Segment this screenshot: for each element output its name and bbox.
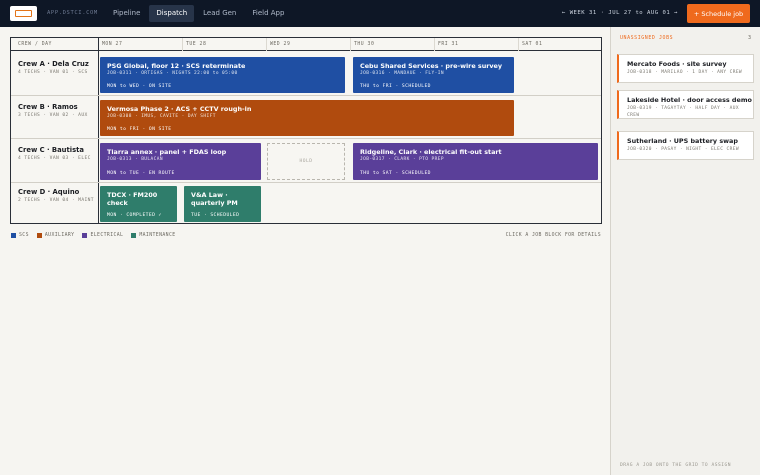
job-status: MON · COMPLETED ✓ bbox=[107, 213, 162, 218]
grid-header: CREW / DAY MON 27 TUE 28 WED 29 THU 30 F… bbox=[11, 38, 601, 51]
job-block-0316[interactable]: Cebu Shared Services · pre-wire survey J… bbox=[353, 57, 514, 93]
week-selector[interactable]: ← WEEK 31 · JUL 27 to AUG 01 → bbox=[562, 10, 678, 16]
day-header-sat: SAT 01 bbox=[522, 42, 543, 47]
unassigned-panel: UNASSIGNED JOBS 3 Mercato Foods · site s… bbox=[610, 27, 760, 475]
crew-column-divider bbox=[98, 38, 99, 223]
job-meta: JOB-0313 · BULACAN bbox=[107, 157, 163, 162]
day-header-thu: THU 30 bbox=[354, 42, 375, 47]
legend: SCS AUXILIARY ELECTRICAL MAINTENANCE bbox=[11, 233, 176, 238]
job-meta: JOB-0311 · ORTIGAS · NIGHTS 22:00 to 05:… bbox=[107, 71, 238, 76]
legend-auxiliary: AUXILIARY bbox=[36, 233, 75, 238]
legend-label: MAINTENANCE bbox=[139, 233, 176, 238]
legend-scs: SCS bbox=[11, 233, 29, 238]
job-title: Tiarra annex · panel + FDAS loop bbox=[107, 148, 227, 156]
job-block-tdcx[interactable]: TDCX · FM200 check MON · COMPLETED ✓ bbox=[100, 186, 177, 222]
job-meta: JOB-0316 · MANDAUE · FLY-IN bbox=[360, 71, 444, 76]
job-status: THU to SAT · SCHEDULED bbox=[360, 171, 431, 176]
day-header-mon: MON 27 bbox=[102, 42, 123, 47]
job-status: MON to WED · ON SITE bbox=[107, 84, 172, 89]
crew-b-meta: 3 TECHS · VAN 02 · AUX bbox=[18, 113, 88, 118]
job-status: TUE · SCHEDULED bbox=[191, 213, 240, 218]
job-block-0311[interactable]: PSG Global, floor 12 · SCS reterminate J… bbox=[100, 57, 345, 93]
job-meta: JOB-0317 · CLARK · PTO PREP bbox=[360, 157, 444, 162]
grid-hint: CLICK A JOB BLOCK FOR DETAILS bbox=[505, 233, 601, 238]
card-meta: JOB-0320 · PASAY · NIGHT · ELEC CREW bbox=[627, 147, 739, 152]
card-title: Mercato Foods · site survey bbox=[627, 60, 727, 68]
logo-mark-icon bbox=[15, 10, 32, 17]
day-divider bbox=[350, 38, 351, 51]
legend-electrical: ELECTRICAL bbox=[82, 233, 123, 238]
dispatch-grid: CREW / DAY MON 27 TUE 28 WED 29 THU 30 F… bbox=[10, 37, 602, 224]
day-divider bbox=[434, 38, 435, 51]
schedule-job-button[interactable]: + Schedule job bbox=[687, 4, 750, 23]
row-divider bbox=[11, 95, 601, 96]
legend-label: SCS bbox=[19, 233, 29, 238]
panel-footer-hint: DRAG A JOB ONTO THE GRID TO ASSIGN bbox=[620, 463, 732, 468]
card-meta: JOB-0318 · MARILAO · 1 DAY · ANY CREW bbox=[627, 70, 743, 75]
nav-lead-gen[interactable]: Lead Gen bbox=[196, 5, 243, 22]
job-status: THU to FRI · SCHEDULED bbox=[360, 84, 431, 89]
job-status: MON to FRI · ON SITE bbox=[107, 127, 172, 132]
job-title: Vermosa Phase 2 · ACS + CCTV rough-in bbox=[107, 105, 252, 113]
nav-field-app[interactable]: Field App bbox=[245, 5, 291, 22]
nav-dispatch[interactable]: Dispatch bbox=[149, 5, 195, 22]
crew-a-meta: 4 TECHS · VAN 01 · SCS bbox=[18, 70, 88, 75]
unassigned-count: 3 bbox=[747, 35, 751, 41]
crew-day-header: CREW / DAY bbox=[18, 42, 52, 47]
day-header-tue: TUE 28 bbox=[186, 42, 207, 47]
day-divider bbox=[182, 38, 183, 51]
crew-b-name: Crew B · Ramos bbox=[18, 103, 78, 111]
crew-d-meta: 2 TECHS · VAN 04 · MAINT bbox=[18, 198, 94, 203]
card-title: Sutherland · UPS battery swap bbox=[627, 137, 738, 145]
crew-c-name: Crew C · Bautista bbox=[18, 146, 84, 154]
job-block-va-law[interactable]: V&A Law · quarterly PM TUE · SCHEDULED bbox=[184, 186, 261, 222]
electrical-swatch bbox=[82, 233, 88, 238]
job-status: MON to TUE · EN ROUTE bbox=[107, 171, 175, 176]
job-title: TDCX · FM200 check bbox=[107, 191, 158, 207]
job-title: PSG Global, floor 12 · SCS reterminate bbox=[107, 62, 246, 70]
job-meta: JOB-0308 · IMUS, CAVITE · DAY SHIFT bbox=[107, 114, 216, 119]
company-logo[interactable] bbox=[10, 6, 37, 21]
legend-label: ELECTRICAL bbox=[90, 233, 124, 238]
app-domain: APP.DSTCI.COM bbox=[47, 10, 98, 16]
crew-d-name: Crew D · Aquino bbox=[18, 188, 80, 196]
crew-c-meta: 4 TECHS · VAN 03 · ELEC bbox=[18, 156, 91, 161]
job-block-0313[interactable]: Tiarra annex · panel + FDAS loop JOB-031… bbox=[100, 143, 261, 180]
nav-pipeline[interactable]: Pipeline bbox=[106, 5, 147, 22]
scs-swatch bbox=[11, 233, 16, 238]
legend-maintenance: MAINTENANCE bbox=[131, 233, 175, 238]
unassigned-card-0319[interactable]: Lakeside Hotel · door access demo JOB-03… bbox=[617, 90, 754, 119]
crew-a-name: Crew A · Dela Cruz bbox=[18, 60, 89, 68]
day-divider bbox=[518, 38, 519, 51]
unassigned-card-0320[interactable]: Sutherland · UPS battery swap JOB-0320 ·… bbox=[617, 131, 754, 160]
unassigned-card-0318[interactable]: Mercato Foods · site survey JOB-0318 · M… bbox=[617, 54, 754, 83]
job-title: Cebu Shared Services · pre-wire survey bbox=[360, 62, 503, 70]
panel-title: UNASSIGNED JOBS bbox=[620, 35, 674, 41]
card-title: Lakeside Hotel · door access demo bbox=[627, 96, 752, 104]
hold-slot[interactable]: HOLD bbox=[267, 143, 345, 180]
maintenance-swatch bbox=[131, 233, 137, 238]
legend-label: AUXILIARY bbox=[44, 233, 75, 238]
row-divider bbox=[11, 182, 601, 183]
day-divider bbox=[266, 38, 267, 51]
main-nav: Pipeline Dispatch Lead Gen Field App bbox=[106, 5, 291, 22]
auxiliary-swatch bbox=[36, 233, 42, 238]
job-title: V&A Law · quarterly PM bbox=[191, 191, 238, 207]
card-meta: JOB-0319 · TAGAYTAY · HALF DAY · AUX CRE… bbox=[627, 106, 739, 118]
top-bar: APP.DSTCI.COM Pipeline Dispatch Lead Gen… bbox=[0, 0, 760, 27]
job-title: Ridgeline, Clark · electrical fit-out st… bbox=[360, 148, 502, 156]
job-block-0317[interactable]: Ridgeline, Clark · electrical fit-out st… bbox=[353, 143, 598, 180]
job-block-0308[interactable]: Vermosa Phase 2 · ACS + CCTV rough-in JO… bbox=[100, 100, 514, 136]
day-header-wed: WED 29 bbox=[270, 42, 291, 47]
day-header-fri: FRI 31 bbox=[438, 42, 459, 47]
row-divider bbox=[11, 138, 601, 139]
